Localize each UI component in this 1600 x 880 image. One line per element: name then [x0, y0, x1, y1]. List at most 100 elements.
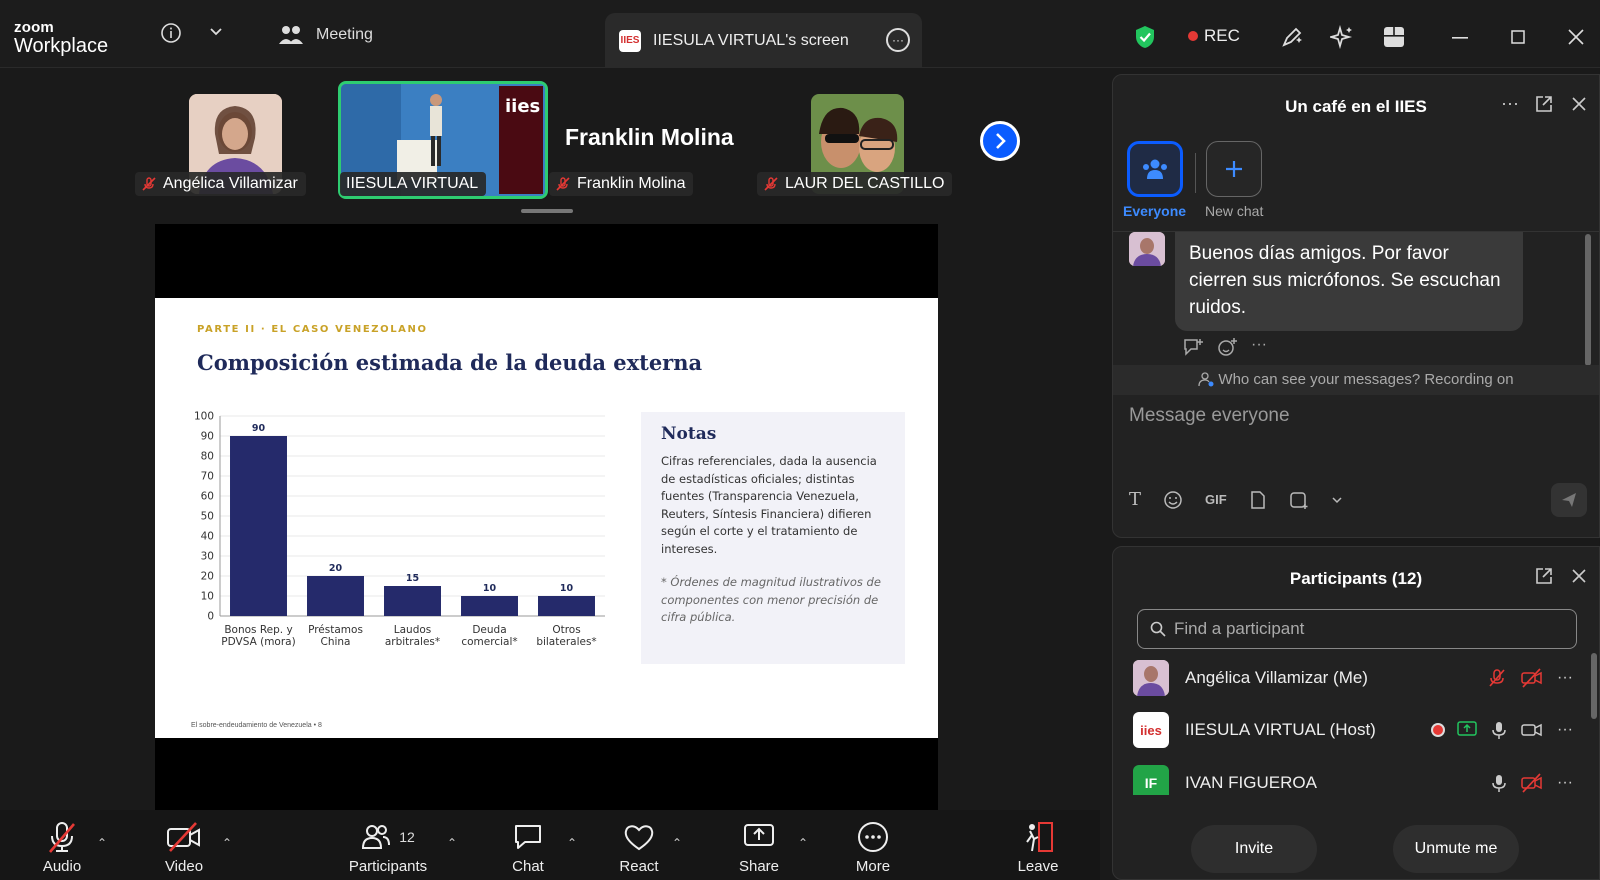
- participant-name: IIESULA VIRTUAL (Host): [1185, 720, 1376, 739]
- message-more-icon[interactable]: ···: [1251, 337, 1267, 356]
- more-options-icon[interactable]: ···: [1501, 93, 1519, 114]
- sharing-screen-icon[interactable]: [1457, 721, 1477, 739]
- video-options-caret-icon[interactable]: ⌃: [222, 836, 232, 850]
- annotate-pen-icon[interactable]: [1280, 25, 1304, 49]
- participants-button[interactable]: 12 Participants: [340, 810, 436, 880]
- participants-scrollbar[interactable]: [1591, 653, 1597, 719]
- participant-name-tag: LAUR DEL CASTILLO: [757, 172, 953, 196]
- more-options-icon[interactable]: ···: [886, 28, 910, 52]
- x-tick-label: Otros: [552, 624, 580, 636]
- x-tick-label: China: [321, 636, 351, 648]
- message-input[interactable]: Message everyone: [1129, 405, 1290, 427]
- info-icon[interactable]: [160, 22, 182, 44]
- chart-bar: [461, 596, 518, 616]
- participant-name: Franklin Molina: [577, 175, 686, 192]
- new-chat-button[interactable]: New chat: [1205, 141, 1263, 219]
- chat-options-caret-icon[interactable]: ⌃: [567, 836, 577, 850]
- gallery-resize-handle[interactable]: [521, 209, 573, 213]
- participant-row[interactable]: IF IVAN FIGUEROA ···: [1133, 757, 1573, 795]
- video-label: Video: [164, 858, 204, 875]
- chat-scrollbar[interactable]: [1585, 234, 1591, 366]
- data-label: 20: [329, 563, 343, 574]
- react-options-caret-icon[interactable]: ⌃: [672, 836, 682, 850]
- tab-screen-label: IIESULA VIRTUAL's screen: [653, 31, 849, 49]
- participants-icon: [362, 825, 391, 849]
- video-off-icon[interactable]: [1521, 668, 1543, 688]
- tab-meeting[interactable]: Meeting: [278, 24, 373, 46]
- svg-text:iies: iies: [505, 96, 540, 117]
- chat-message-bubble[interactable]: Buenos días amigos. Por favor cierren su…: [1175, 232, 1523, 331]
- y-tick-label: 10: [201, 591, 214, 603]
- minimize-icon[interactable]: [1452, 37, 1468, 39]
- invite-button[interactable]: Invite: [1191, 825, 1317, 873]
- popout-icon[interactable]: [1535, 567, 1553, 590]
- message-actions: ···: [1183, 337, 1267, 356]
- avatar: IF: [1133, 765, 1169, 795]
- participant-search-input[interactable]: Find a participant: [1137, 609, 1577, 649]
- security-shield-icon[interactable]: [1134, 25, 1156, 49]
- audio-label: Audio: [42, 858, 82, 875]
- participant-more-icon[interactable]: ···: [1557, 669, 1573, 687]
- tab-shared-screen[interactable]: IIES IIESULA VIRTUAL's screen ···: [605, 13, 922, 68]
- video-icon[interactable]: [1521, 721, 1543, 739]
- react-button[interactable]: React: [613, 810, 665, 880]
- leave-door-icon: [1026, 822, 1053, 852]
- x-tick-label: PDVSA (mora): [221, 636, 295, 648]
- y-tick-label: 50: [201, 511, 214, 523]
- apps-grid-icon[interactable]: [1383, 26, 1405, 48]
- share-button[interactable]: Share: [734, 810, 784, 880]
- slide-footer: El sobre-endeudamiento de Venezuela • 8: [191, 722, 322, 729]
- chevron-down-icon[interactable]: [208, 26, 224, 38]
- audio-button[interactable]: Audio: [38, 810, 86, 880]
- y-tick-label: 80: [201, 451, 214, 463]
- more-button[interactable]: More: [848, 810, 898, 880]
- share-options-caret-icon[interactable]: ⌃: [798, 836, 808, 850]
- file-icon[interactable]: [1249, 490, 1267, 510]
- text-format-icon[interactable]: T: [1129, 489, 1141, 510]
- video-off-icon[interactable]: [1521, 773, 1543, 793]
- more-label: More: [855, 858, 891, 875]
- participant-more-icon[interactable]: ···: [1557, 774, 1573, 792]
- recording-indicator[interactable]: REC: [1188, 26, 1240, 46]
- record-dot-icon: [1188, 31, 1198, 41]
- screenshot-icon[interactable]: [1289, 490, 1309, 510]
- mic-icon[interactable]: [1491, 720, 1507, 740]
- person-visibility-icon: [1198, 372, 1214, 387]
- next-page-button[interactable]: [980, 121, 1020, 161]
- close-window-icon[interactable]: [1568, 29, 1584, 45]
- unmute-me-button[interactable]: Unmute me: [1393, 825, 1519, 873]
- mic-icon[interactable]: [1491, 773, 1507, 793]
- participant-more-icon[interactable]: ···: [1557, 721, 1573, 739]
- participants-panel-title: Participants (12): [1289, 569, 1423, 588]
- maximize-icon[interactable]: [1511, 30, 1525, 44]
- y-tick-label: 20: [201, 571, 214, 583]
- close-panel-icon[interactable]: [1571, 568, 1587, 589]
- video-button[interactable]: Video: [158, 810, 210, 880]
- participant-row[interactable]: Angélica Villamizar (Me) ···: [1133, 653, 1573, 703]
- participant-name-tag: Angélica Villamizar: [135, 172, 306, 196]
- leave-button[interactable]: Leave: [1011, 810, 1065, 880]
- close-panel-icon[interactable]: [1571, 96, 1587, 117]
- chat-panel-title: Un café en el IIES: [1285, 97, 1427, 116]
- add-reaction-icon[interactable]: [1217, 338, 1237, 356]
- presentation-slide: PARTE II · EL CASO VENEZOLANO Composició…: [155, 298, 938, 738]
- emoji-icon[interactable]: [1163, 490, 1183, 510]
- participant-row[interactable]: iies IIESULA VIRTUAL (Host) ···: [1133, 705, 1573, 755]
- popout-icon[interactable]: [1535, 95, 1553, 118]
- data-label: 90: [252, 423, 266, 434]
- chevron-down-icon[interactable]: [1331, 495, 1343, 505]
- reply-icon[interactable]: [1183, 338, 1203, 356]
- chevron-right-icon: [996, 133, 1006, 149]
- y-tick-label: 0: [207, 611, 214, 623]
- participants-options-caret-icon[interactable]: ⌃: [447, 836, 457, 850]
- send-button[interactable]: [1551, 483, 1587, 517]
- channel-everyone[interactable]: Everyone: [1123, 141, 1186, 219]
- ai-companion-icon[interactable]: [1330, 25, 1354, 49]
- participants-panel: Participants (12) Find a participant Ang…: [1112, 546, 1600, 880]
- data-label: 15: [406, 573, 419, 584]
- audio-options-caret-icon[interactable]: ⌃: [97, 836, 107, 850]
- chat-button[interactable]: Chat: [503, 810, 553, 880]
- message-visibility-notice[interactable]: Who can see your messages? Recording on: [1113, 365, 1599, 395]
- mic-muted-icon[interactable]: [1487, 668, 1507, 688]
- gif-button[interactable]: GIF: [1205, 492, 1227, 507]
